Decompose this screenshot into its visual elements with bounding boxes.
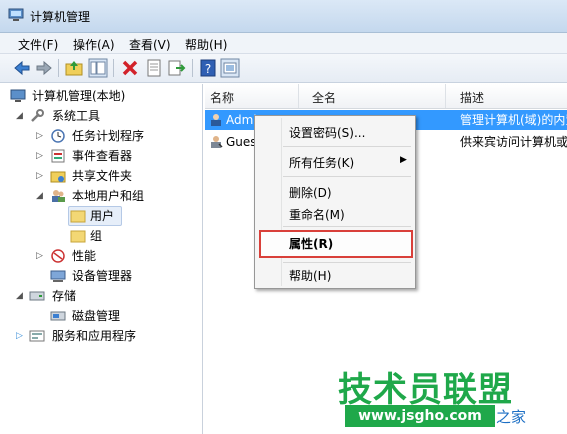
tree-item-system-tools[interactable]: ◢ 系统工具 xyxy=(16,107,196,125)
view-icon[interactable] xyxy=(220,58,240,78)
tree-item-users[interactable]: 用户 xyxy=(70,207,130,225)
help-icon[interactable]: ? xyxy=(198,58,218,78)
back-arrow-icon[interactable] xyxy=(12,58,32,78)
user-icon xyxy=(211,114,221,126)
column-header-row: 名称 全名 描述 xyxy=(205,84,567,109)
tree-label: 共享文件夹 xyxy=(72,169,133,183)
title-bar: 计算机管理 xyxy=(0,0,567,33)
services-icon xyxy=(29,330,45,342)
watermark-brand: 技术员联盟 xyxy=(338,370,513,410)
tools-icon xyxy=(31,109,44,122)
column-header-description[interactable]: 描述 xyxy=(460,89,484,106)
menu-bar: 文件(F) 操作(A) 查看(V) 帮助(H) xyxy=(0,33,567,54)
device-manager-icon xyxy=(50,270,66,282)
menu-item-delete[interactable]: 删除(D) xyxy=(289,184,332,201)
tree-item-services-applications[interactable]: ▷ 服务和应用程序 xyxy=(16,327,196,345)
tree-label: 设备管理器 xyxy=(72,269,133,283)
expanded-arrow-icon[interactable]: ◢ xyxy=(16,107,23,125)
menu-help[interactable]: 帮助(H) xyxy=(185,36,227,53)
folder-icon xyxy=(70,230,86,243)
column-header-name[interactable]: 名称 xyxy=(210,89,234,106)
event-viewer-icon xyxy=(51,149,65,163)
menu-item-properties[interactable]: 属性(R) xyxy=(289,235,333,252)
tree-label: 事件查看器 xyxy=(72,149,133,163)
properties-icon[interactable] xyxy=(144,58,164,78)
toolbar: ? xyxy=(0,54,567,83)
export-icon[interactable] xyxy=(166,58,186,78)
collapsed-arrow-icon[interactable]: ▷ xyxy=(36,167,43,185)
user-description-cell: 管理计算机(域)的内置 xyxy=(460,113,567,127)
tree-label: 服务和应用程序 xyxy=(52,329,137,343)
collapsed-arrow-icon[interactable]: ▷ xyxy=(36,247,43,265)
context-menu: 设置密码(S)... 所有任务(K) ▶ 删除(D) 重命名(M) 属性(R) … xyxy=(254,115,416,289)
tree-label: 存储 xyxy=(52,289,77,303)
folder-icon xyxy=(70,210,86,223)
menu-view[interactable]: 查看(V) xyxy=(129,36,171,53)
tree-label: 性能 xyxy=(72,249,97,263)
tree-item-groups[interactable]: 组 xyxy=(70,227,130,245)
collapsed-arrow-icon[interactable]: ▷ xyxy=(16,327,23,345)
tree-label: 本地用户和组 xyxy=(72,189,145,203)
menu-item-rename[interactable]: 重命名(M) xyxy=(289,206,345,223)
tree-root[interactable]: 计算机管理(本地) xyxy=(10,87,200,105)
navigation-tree: 计算机管理(本地) ◢ 系统工具 ▷ 任务计划程序 ▷ 事件查看器 ▷ 共享文件… xyxy=(4,84,203,434)
tree-label: 用户 xyxy=(90,209,115,223)
collapsed-arrow-icon[interactable]: ▷ xyxy=(36,147,43,165)
forward-arrow-icon[interactable] xyxy=(34,58,54,78)
tree-item-device-manager[interactable]: 设备管理器 xyxy=(36,267,196,285)
tree-item-performance[interactable]: ▷ 性能 xyxy=(36,247,196,265)
tree-item-local-users-groups[interactable]: ◢ 本地用户和组 xyxy=(36,187,196,205)
users-group-icon xyxy=(52,190,65,202)
watermark-url: www.jsgho.com xyxy=(345,405,495,427)
up-folder-icon[interactable] xyxy=(64,58,84,78)
shared-folder-icon xyxy=(50,171,66,183)
computer-icon xyxy=(10,89,26,102)
tree-item-disk-management[interactable]: 磁盘管理 xyxy=(36,307,196,325)
menu-item-set-password[interactable]: 设置密码(S)... xyxy=(289,124,365,141)
tree-item-task-scheduler[interactable]: ▷ 任务计划程序 xyxy=(36,127,196,145)
window-title: 计算机管理 xyxy=(30,10,91,24)
collapsed-arrow-icon[interactable]: ▷ xyxy=(36,127,43,145)
submenu-arrow-icon: ▶ xyxy=(400,155,407,165)
disk-management-icon xyxy=(50,311,66,321)
user-description-cell: 供来宾访问计算机或 xyxy=(460,135,567,149)
highlight-box xyxy=(259,230,413,258)
tree-label: 系统工具 xyxy=(52,109,101,123)
svg-text:?: ? xyxy=(205,62,211,76)
tree-label: 任务计划程序 xyxy=(72,129,145,143)
menu-item-help[interactable]: 帮助(H) xyxy=(289,267,331,284)
show-tree-icon[interactable] xyxy=(88,58,108,78)
storage-icon xyxy=(29,291,45,301)
expanded-arrow-icon[interactable]: ◢ xyxy=(36,187,43,205)
delete-icon[interactable] xyxy=(120,58,140,78)
clock-icon xyxy=(51,129,65,143)
column-header-fullname[interactable]: 全名 xyxy=(312,89,336,106)
tree-label: 组 xyxy=(90,229,103,243)
tree-item-storage[interactable]: ◢ 存储 xyxy=(16,287,196,305)
menu-action[interactable]: 操作(A) xyxy=(73,36,115,53)
tree-label: 磁盘管理 xyxy=(72,309,121,323)
computer-management-icon xyxy=(8,8,24,21)
tree-item-shared-folders[interactable]: ▷ 共享文件夹 xyxy=(36,167,196,185)
tree-item-event-viewer[interactable]: ▷ 事件查看器 xyxy=(36,147,196,165)
guest-user-icon xyxy=(211,136,223,148)
watermark-tail: 之家 xyxy=(496,408,527,426)
performance-icon xyxy=(51,249,65,263)
tree-label: 计算机管理(本地) xyxy=(32,89,126,103)
menu-file[interactable]: 文件(F) xyxy=(18,36,58,53)
expanded-arrow-icon[interactable]: ◢ xyxy=(16,287,23,305)
menu-item-all-tasks[interactable]: 所有任务(K) xyxy=(289,154,354,171)
